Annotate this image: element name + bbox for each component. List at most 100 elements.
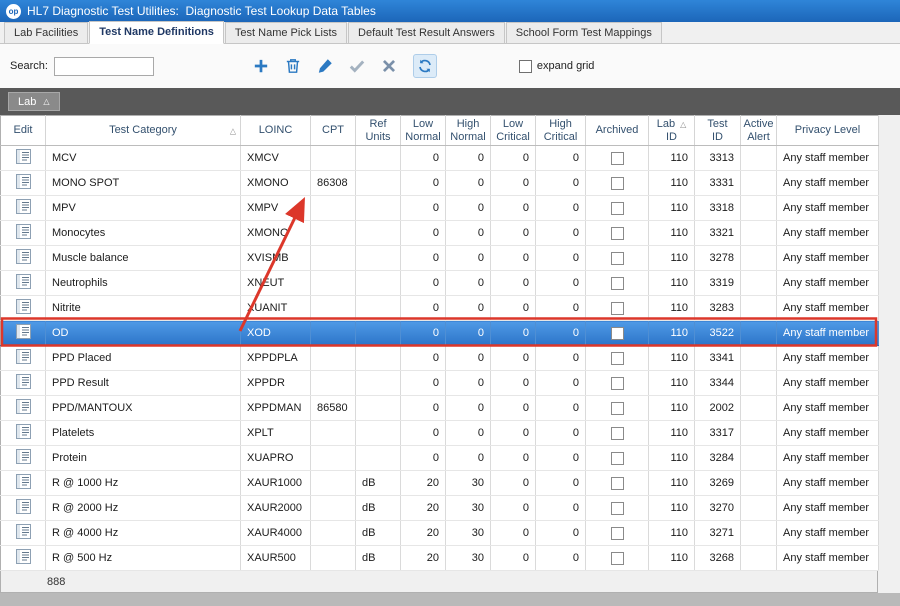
row-edit-button[interactable]	[0, 195, 46, 221]
column-header-high_normal[interactable]: High Normal	[445, 115, 491, 146]
archived-checkbox[interactable]	[610, 376, 624, 390]
column-header-category[interactable]: Test Category △	[45, 115, 241, 146]
edit-row-icon	[15, 549, 31, 564]
table-row[interactable]: Monocytes XMONO 0 0 0 0 110 3321 Any staff membe…	[0, 220, 879, 246]
row-edit-button[interactable]	[0, 320, 46, 346]
column-header-lab_id[interactable]: Lab △ ID	[648, 115, 695, 146]
table-row[interactable]: PPD/MANTOUX XPPDMAN 86580 0 0 0 0 110 2002 Any st…	[0, 395, 879, 421]
column-header-edit[interactable]: Edit	[0, 115, 46, 146]
table-row[interactable]: Protein XUAPRO 0 0 0 0 110 3284 Any staff member	[0, 445, 879, 471]
column-header-archived[interactable]: Archived	[585, 115, 649, 146]
archived-checkbox[interactable]	[610, 526, 624, 540]
cell-privacy: Any staff member	[776, 320, 879, 346]
cell-high_critical: 0	[535, 320, 586, 346]
table-row[interactable]: MONO SPOT XMONO 86308 0 0 0 0 110 3331 Any staff …	[0, 170, 879, 196]
row-edit-button[interactable]	[0, 470, 46, 496]
column-header-loinc[interactable]: LOINC	[240, 115, 311, 146]
archived-checkbox[interactable]	[610, 251, 624, 265]
table-row[interactable]: PPD Placed XPPDPLA 0 0 0 0 110 3341 Any staff me…	[0, 345, 879, 371]
archived-checkbox[interactable]	[610, 201, 624, 215]
archived-checkbox[interactable]	[610, 326, 624, 340]
row-edit-button[interactable]	[0, 495, 46, 521]
cell-active_alert	[740, 195, 777, 221]
column-header-high_critical[interactable]: High Critical	[535, 115, 586, 146]
cell-low_normal: 0	[400, 245, 446, 271]
table-row-selected[interactable]: OD XOD 0 0 0 0 110 3522 Any staff member	[0, 320, 879, 346]
cell-ref_units	[355, 195, 401, 221]
cancel-button[interactable]	[377, 54, 401, 78]
row-edit-button[interactable]	[0, 270, 46, 296]
cell-loinc: XPPDPLA	[240, 345, 311, 371]
archived-checkbox[interactable]	[610, 176, 624, 190]
archived-checkbox[interactable]	[610, 451, 624, 465]
archived-checkbox[interactable]	[610, 476, 624, 490]
archived-checkbox[interactable]	[610, 301, 624, 315]
row-edit-button[interactable]	[0, 420, 46, 446]
group-button-lab[interactable]: Lab △	[8, 92, 60, 111]
expand-grid-checkbox[interactable]	[518, 59, 532, 73]
column-header-privacy[interactable]: Privacy Level	[776, 115, 879, 146]
tab-test-name-pick-lists[interactable]: Test Name Pick Lists	[224, 22, 348, 43]
expand-grid-toggle[interactable]: expand grid	[518, 59, 594, 73]
archived-checkbox[interactable]	[610, 426, 624, 440]
archived-checkbox[interactable]	[610, 351, 624, 365]
row-edit-button[interactable]	[0, 220, 46, 246]
row-edit-button[interactable]	[0, 145, 46, 171]
table-row[interactable]: Platelets XPLT 0 0 0 0 110 3317 Any staff member	[0, 420, 879, 446]
table-row[interactable]: MCV XMCV 0 0 0 0 110 3313 Any staff member	[0, 145, 879, 171]
edit-row-icon	[15, 249, 31, 264]
table-row[interactable]: MPV XMPV 0 0 0 0 110 3318 Any staff member	[0, 195, 879, 221]
search-input[interactable]	[53, 56, 154, 76]
accept-button[interactable]	[345, 54, 369, 78]
row-edit-button[interactable]	[0, 295, 46, 321]
cell-privacy: Any staff member	[776, 395, 879, 421]
cell-ref_units	[355, 170, 401, 196]
cell-privacy: Any staff member	[776, 270, 879, 296]
row-edit-button[interactable]	[0, 245, 46, 271]
archived-checkbox[interactable]	[610, 226, 624, 240]
tab-lab-facilities[interactable]: Lab Facilities	[4, 22, 89, 43]
column-header-low_normal[interactable]: Low Normal	[400, 115, 446, 146]
row-edit-button[interactable]	[0, 395, 46, 421]
archived-checkbox[interactable]	[610, 501, 624, 515]
table-row[interactable]: Nitrite XUANIT 0 0 0 0 110 3283 Any staff member	[0, 295, 879, 321]
tab-test-name-definitions[interactable]: Test Name Definitions	[89, 21, 224, 44]
column-header-cpt[interactable]: CPT	[310, 115, 356, 146]
cell-high_normal: 0	[445, 445, 491, 471]
cell-loinc: XVISMB	[240, 245, 311, 271]
archived-checkbox[interactable]	[610, 276, 624, 290]
table-row[interactable]: R @ 4000 Hz XAUR4000 dB 20 30 0 0 110 3271 Any st…	[0, 520, 879, 546]
tab-school-form-test-mappings[interactable]: School Form Test Mappings	[505, 22, 662, 43]
cell-lab_id: 110	[648, 495, 695, 521]
column-header-active_alert[interactable]: Active Alert	[740, 115, 777, 146]
archived-cell	[585, 395, 649, 421]
cell-low_critical: 0	[490, 170, 536, 196]
archived-checkbox[interactable]	[610, 151, 624, 165]
table-row[interactable]: R @ 1000 Hz XAUR1000 dB 20 30 0 0 110 3269 Any st…	[0, 470, 879, 496]
column-header-low_critical[interactable]: Low Critical	[490, 115, 536, 146]
refresh-button[interactable]	[412, 54, 437, 78]
cell-lab_id: 110	[648, 395, 695, 421]
edit-row-icon	[15, 399, 31, 414]
archived-checkbox[interactable]	[610, 401, 624, 415]
table-row[interactable]: R @ 500 Hz XAUR500 dB 20 30 0 0 110 3268 Any staf…	[0, 545, 879, 571]
table-row[interactable]: Muscle balance XVISMB 0 0 0 0 110 3278 Any staff…	[0, 245, 879, 271]
table-row[interactable]: PPD Result XPPDR 0 0 0 0 110 3344 Any staff memb…	[0, 370, 879, 396]
row-edit-button[interactable]	[0, 445, 46, 471]
cell-active_alert	[740, 545, 777, 571]
table-row[interactable]: R @ 2000 Hz XAUR2000 dB 20 30 0 0 110 3270 Any st…	[0, 495, 879, 521]
row-edit-button[interactable]	[0, 545, 46, 571]
row-edit-button[interactable]	[0, 520, 46, 546]
archived-checkbox[interactable]	[610, 551, 624, 565]
column-header-ref_units[interactable]: Ref Units	[355, 115, 401, 146]
add-button[interactable]	[249, 54, 273, 78]
cell-high_normal: 30	[445, 470, 491, 496]
row-edit-button[interactable]	[0, 370, 46, 396]
table-row[interactable]: Neutrophils XNEUT 0 0 0 0 110 3319 Any staff mem…	[0, 270, 879, 296]
row-edit-button[interactable]	[0, 170, 46, 196]
tab-default-test-result-answers[interactable]: Default Test Result Answers	[348, 22, 505, 43]
edit-button[interactable]	[313, 54, 337, 78]
column-header-test_id[interactable]: Test ID	[694, 115, 741, 146]
delete-button[interactable]	[281, 54, 305, 78]
row-edit-button[interactable]	[0, 345, 46, 371]
